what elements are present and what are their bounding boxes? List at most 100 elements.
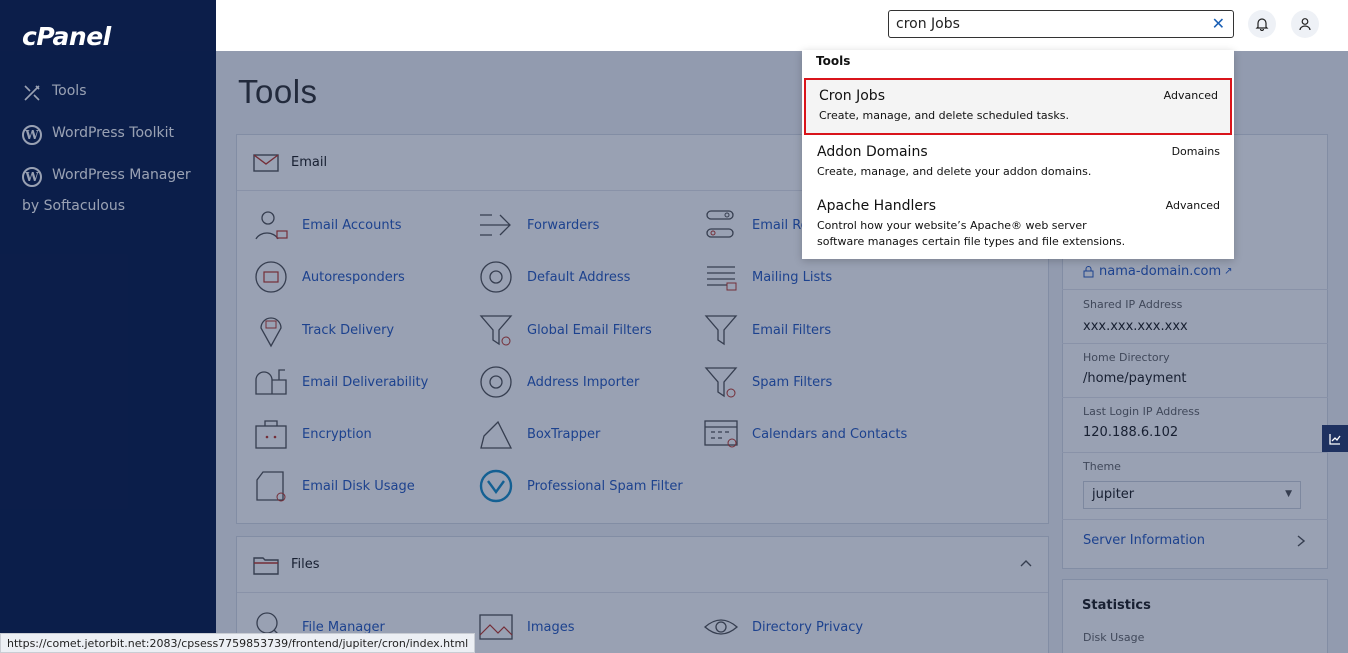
- result-description: Control how your website’s Apache® web s…: [817, 218, 1220, 250]
- tool-encryption[interactable]: Encryption: [252, 415, 372, 453]
- domain-link[interactable]: nama-domain.com ↗: [1083, 264, 1233, 279]
- folder-icon: [253, 556, 279, 575]
- sidebar-item-label: Tools: [52, 83, 87, 99]
- search-results-dropdown: Tools Cron Jobs Create, manage, and dele…: [802, 50, 1234, 259]
- divider: [1062, 397, 1328, 398]
- lock-icon: [1083, 265, 1094, 277]
- trap-icon: [477, 415, 515, 453]
- close-icon[interactable]: ✕: [1212, 14, 1225, 33]
- filter-icon: [702, 311, 740, 349]
- tool-boxtrapper[interactable]: BoxTrapper: [477, 415, 600, 453]
- user-mail-icon: [252, 206, 290, 244]
- tool-email-disk-usage[interactable]: Email Disk Usage: [252, 467, 415, 505]
- divider: [1062, 452, 1328, 453]
- chart-icon: [1329, 433, 1341, 445]
- wordpress-icon: W: [22, 125, 42, 145]
- theme-value: jupiter: [1092, 487, 1135, 502]
- tool-label: Autoresponders: [302, 269, 405, 285]
- search-box[interactable]: ✕: [888, 10, 1234, 38]
- filter-globe-icon: [477, 311, 515, 349]
- tool-label: Encryption: [302, 426, 372, 442]
- tool-label: Email Ro: [752, 217, 809, 233]
- shared-ip-value: xxx.xxx.xxx.xxx: [1083, 319, 1188, 334]
- tool-label: Directory Privacy: [752, 619, 864, 635]
- tool-email-routing[interactable]: Email Ro: [702, 206, 809, 244]
- result-addon-domains[interactable]: Addon Domains Create, manage, and delete…: [804, 136, 1232, 188]
- theme-label: Theme: [1083, 460, 1121, 473]
- results-group-header: Tools: [816, 54, 851, 68]
- routing-icon: [702, 206, 740, 244]
- divider: [1062, 289, 1328, 290]
- result-description: Create, manage, and delete your addon do…: [817, 165, 1092, 178]
- tool-label: Calendars and Contacts: [752, 426, 908, 442]
- result-apache-handlers[interactable]: Apache Handlers Control how your website…: [804, 190, 1232, 256]
- tool-label: Mailing Lists: [752, 269, 833, 285]
- result-cron-jobs[interactable]: Cron Jobs Create, manage, and delete sch…: [804, 78, 1232, 135]
- result-title: Cron Jobs: [819, 88, 885, 104]
- tool-address-importer[interactable]: Address Importer: [477, 363, 639, 401]
- last-login-value: 120.188.6.102: [1083, 425, 1179, 440]
- sidebar-item-tools[interactable]: Tools: [22, 83, 87, 103]
- status-bar-url: https://comet.jetorbit.net:2083/cpsess77…: [0, 633, 476, 653]
- tool-autoresponders[interactable]: Autoresponders: [252, 258, 405, 296]
- tool-label: Track Delivery: [302, 322, 395, 338]
- server-info-link[interactable]: Server Information: [1083, 533, 1205, 548]
- tool-label: Professional Spam Filter: [527, 478, 683, 494]
- spam-filter-icon: [702, 363, 740, 401]
- user-menu-button[interactable]: [1291, 10, 1319, 38]
- statistics-title: Statistics: [1082, 598, 1151, 613]
- domain-name: nama-domain.com: [1099, 264, 1222, 279]
- tool-calendars-contacts[interactable]: Calendars and Contacts: [702, 415, 907, 453]
- sidebar-item-wordpress-manager[interactable]: W WordPress Manager: [22, 167, 191, 187]
- home-dir-value: /home/payment: [1083, 371, 1187, 386]
- divider: [1062, 519, 1328, 520]
- theme-select[interactable]: jupiter ▼: [1083, 481, 1301, 509]
- sidebar-item-wordpress-toolkit[interactable]: W WordPress Toolkit: [22, 125, 174, 145]
- disk-usage-label: Disk Usage: [1083, 631, 1145, 644]
- section-title: Email: [291, 155, 328, 170]
- page-title: Tools: [238, 73, 318, 110]
- tool-mailing-lists[interactable]: Mailing Lists: [702, 258, 832, 296]
- tool-images[interactable]: Images: [477, 608, 575, 646]
- external-link-icon: ↗: [1224, 266, 1233, 277]
- tool-spam-filters[interactable]: Spam Filters: [702, 363, 832, 401]
- stats-side-tab[interactable]: [1322, 425, 1348, 452]
- image-icon: [477, 608, 515, 646]
- user-icon: [1299, 18, 1311, 31]
- tool-email-deliverability[interactable]: Email Deliverability: [252, 363, 428, 401]
- tool-label: Images: [527, 619, 575, 635]
- tool-label: Global Email Filters: [527, 322, 652, 338]
- tool-email-filters[interactable]: Email Filters: [702, 311, 831, 349]
- bell-icon: [1255, 18, 1269, 31]
- notifications-button[interactable]: [1248, 10, 1276, 38]
- autoresponder-icon: [252, 258, 290, 296]
- at-import-icon: [477, 363, 515, 401]
- tool-forwarders[interactable]: Forwarders: [477, 206, 599, 244]
- tool-label: Default Address: [527, 269, 631, 285]
- cpanel-logo[interactable]: cPanel: [22, 22, 111, 51]
- result-category: Advanced: [1165, 199, 1220, 212]
- divider: [1062, 343, 1328, 344]
- tool-track-delivery[interactable]: Track Delivery: [252, 311, 394, 349]
- tool-default-address[interactable]: Default Address: [477, 258, 630, 296]
- tools-icon: [22, 83, 42, 103]
- mailbox-icon: [252, 363, 290, 401]
- search-input[interactable]: [889, 11, 1189, 37]
- files-section-header[interactable]: Files: [237, 537, 1048, 593]
- sidebar-item-sublabel[interactable]: by Softaculous: [22, 198, 125, 214]
- tool-professional-spam-filter[interactable]: Professional Spam Filter: [477, 467, 683, 505]
- calendar-icon: [702, 415, 740, 453]
- result-description-line: software manages certain file types and …: [817, 235, 1126, 248]
- result-title: Apache Handlers: [817, 198, 937, 214]
- tool-label: BoxTrapper: [527, 426, 601, 442]
- check-circle-icon: [477, 467, 515, 505]
- at-sign-icon: [477, 258, 515, 296]
- tool-label: Email Filters: [752, 322, 832, 338]
- tool-global-email-filters[interactable]: Global Email Filters: [477, 311, 652, 349]
- tool-email-accounts[interactable]: Email Accounts: [252, 206, 401, 244]
- tool-directory-privacy[interactable]: Directory Privacy: [702, 608, 863, 646]
- sidebar: cPanel Tools W WordPress Toolkit W WordP…: [0, 0, 216, 653]
- briefcase-icon: [252, 415, 290, 453]
- chevron-right-icon: [1297, 535, 1305, 547]
- list-icon: [702, 258, 740, 296]
